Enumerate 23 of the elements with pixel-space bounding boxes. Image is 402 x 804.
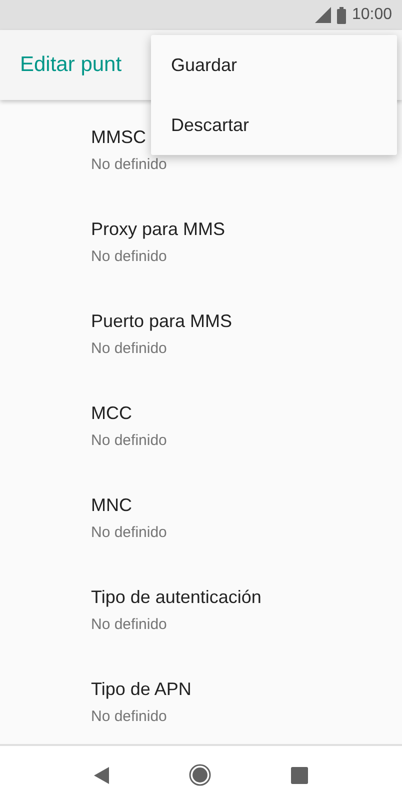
setting-title[interactable]: Tipo de autenticación: [91, 586, 262, 608]
back-icon[interactable]: [94, 766, 109, 784]
setting-title[interactable]: Proxy para MMS: [91, 218, 226, 240]
signal-icon: [314, 7, 331, 23]
setting-title[interactable]: Puerto para MMS: [91, 310, 232, 332]
recents-icon[interactable]: [291, 766, 308, 784]
setting-value: No definido: [91, 523, 167, 543]
clock-time: 10:00: [352, 5, 392, 25]
setting-title[interactable]: MCC: [91, 402, 132, 424]
setting-value: No definido: [91, 247, 167, 267]
home-icon[interactable]: [189, 764, 211, 786]
setting-value: No definido: [91, 615, 167, 635]
setting-value: No definido: [91, 707, 167, 727]
setting-value: No definido: [91, 431, 167, 451]
screen-title: Editar punt: [20, 52, 122, 78]
setting-title[interactable]: Tipo de APN: [91, 678, 192, 700]
battery-icon: [336, 6, 346, 24]
setting-title[interactable]: MMSC: [91, 126, 146, 148]
setting-title[interactable]: MNC: [91, 494, 132, 516]
setting-value: No definido: [91, 339, 167, 359]
menu-item[interactable]: Guardar: [151, 35, 397, 95]
setting-value: No definido: [91, 155, 167, 175]
menu-item[interactable]: Descartar: [151, 95, 397, 155]
